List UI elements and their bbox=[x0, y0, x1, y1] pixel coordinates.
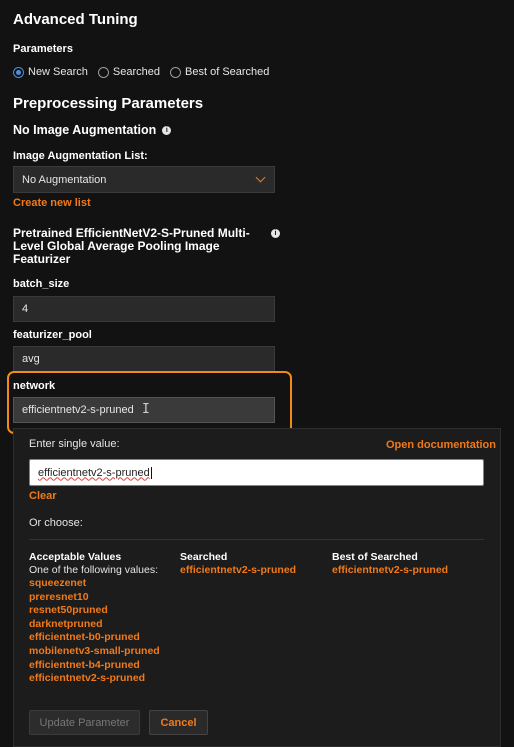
enter-single-value-label: Enter single value: bbox=[29, 438, 120, 450]
info-icon[interactable]: i bbox=[162, 125, 172, 135]
create-new-list-link[interactable]: Create new list bbox=[13, 197, 91, 209]
best-of-searched-values: efficientnetv2-s-pruned bbox=[332, 564, 448, 578]
best-of-searched-header: Best of Searched bbox=[332, 551, 418, 563]
featurizer-pool-label: featurizer_pool bbox=[13, 329, 92, 341]
or-choose-label: Or choose: bbox=[29, 517, 83, 529]
batch-size-label: batch_size bbox=[13, 278, 70, 290]
clear-link[interactable]: Clear bbox=[29, 490, 57, 502]
single-value-input-text: efficientnetv2-s-pruned bbox=[38, 466, 150, 479]
acceptable-value-item[interactable]: mobilenetv3-small-pruned bbox=[29, 645, 160, 659]
acceptable-value-item[interactable]: squeezenet bbox=[29, 577, 160, 591]
radio-best-of-searched[interactable] bbox=[170, 66, 182, 78]
radio-new-search-label[interactable]: New Search bbox=[28, 66, 88, 78]
no-augmentation-title: No Image Augmentation bbox=[13, 123, 157, 137]
network-label: network bbox=[13, 380, 56, 392]
parameters-label: Parameters bbox=[13, 43, 73, 55]
featurizer-pool-field[interactable]: avg bbox=[13, 346, 275, 372]
radio-searched[interactable] bbox=[97, 66, 109, 78]
parameters-radio-group: New Search Searched Best of Searched bbox=[13, 66, 279, 78]
acceptable-value-item[interactable]: efficientnet-b4-pruned bbox=[29, 659, 160, 673]
radio-searched-label[interactable]: Searched bbox=[113, 66, 160, 78]
acceptable-value-item[interactable]: preresnet10 bbox=[29, 591, 160, 605]
acceptable-value-item[interactable]: efficientnetv2-s-pruned bbox=[29, 672, 160, 686]
preprocessing-title: Preprocessing Parameters bbox=[13, 95, 204, 112]
batch-size-field[interactable]: 4 bbox=[13, 296, 275, 322]
acceptable-value-item[interactable]: darknetpruned bbox=[29, 618, 160, 632]
network-value: efficientnetv2-s-pruned bbox=[22, 404, 134, 416]
open-documentation-link[interactable]: Open documentation bbox=[386, 439, 496, 451]
cancel-button[interactable]: Cancel bbox=[149, 710, 208, 735]
featurizer-info-icon[interactable]: i bbox=[271, 229, 280, 238]
acceptable-value-item[interactable]: efficientnet-b0-pruned bbox=[29, 631, 160, 645]
no-augmentation-heading: No Image Augmentation i bbox=[13, 123, 172, 137]
update-parameter-button[interactable]: Update Parameter bbox=[29, 710, 140, 735]
text-cursor-icon: I bbox=[142, 402, 150, 417]
radio-new-search[interactable] bbox=[13, 66, 24, 78]
acceptable-value-item[interactable]: resnet50pruned bbox=[29, 604, 160, 618]
radio-best-of-searched-label[interactable]: Best of Searched bbox=[185, 66, 269, 78]
aug-list-value: No Augmentation bbox=[22, 173, 107, 186]
searched-values: efficientnetv2-s-pruned bbox=[180, 564, 296, 578]
aug-list-select[interactable]: No Augmentation bbox=[13, 166, 275, 193]
chevron-down-icon bbox=[255, 172, 266, 183]
best-of-searched-value[interactable]: efficientnetv2-s-pruned bbox=[332, 564, 448, 578]
single-value-input[interactable]: efficientnetv2-s-pruned bbox=[29, 459, 484, 486]
divider bbox=[29, 539, 484, 540]
featurizer-pool-value: avg bbox=[22, 353, 40, 365]
aug-list-label: Image Augmentation List: bbox=[13, 150, 148, 162]
featurizer-title: Pretrained EfficientNetV2-S-Pruned Multi… bbox=[13, 226, 250, 266]
acceptable-values-header: Acceptable Values bbox=[29, 551, 122, 563]
page-title: Advanced Tuning bbox=[13, 11, 138, 28]
searched-header: Searched bbox=[180, 551, 228, 563]
text-caret bbox=[150, 466, 152, 479]
acceptable-values-list: squeezenet preresnet10 resnet50pruned da… bbox=[29, 577, 160, 686]
acceptable-values-subtitle: One of the following values: bbox=[29, 564, 158, 576]
searched-value[interactable]: efficientnetv2-s-pruned bbox=[180, 564, 296, 578]
batch-size-value: 4 bbox=[22, 303, 29, 315]
